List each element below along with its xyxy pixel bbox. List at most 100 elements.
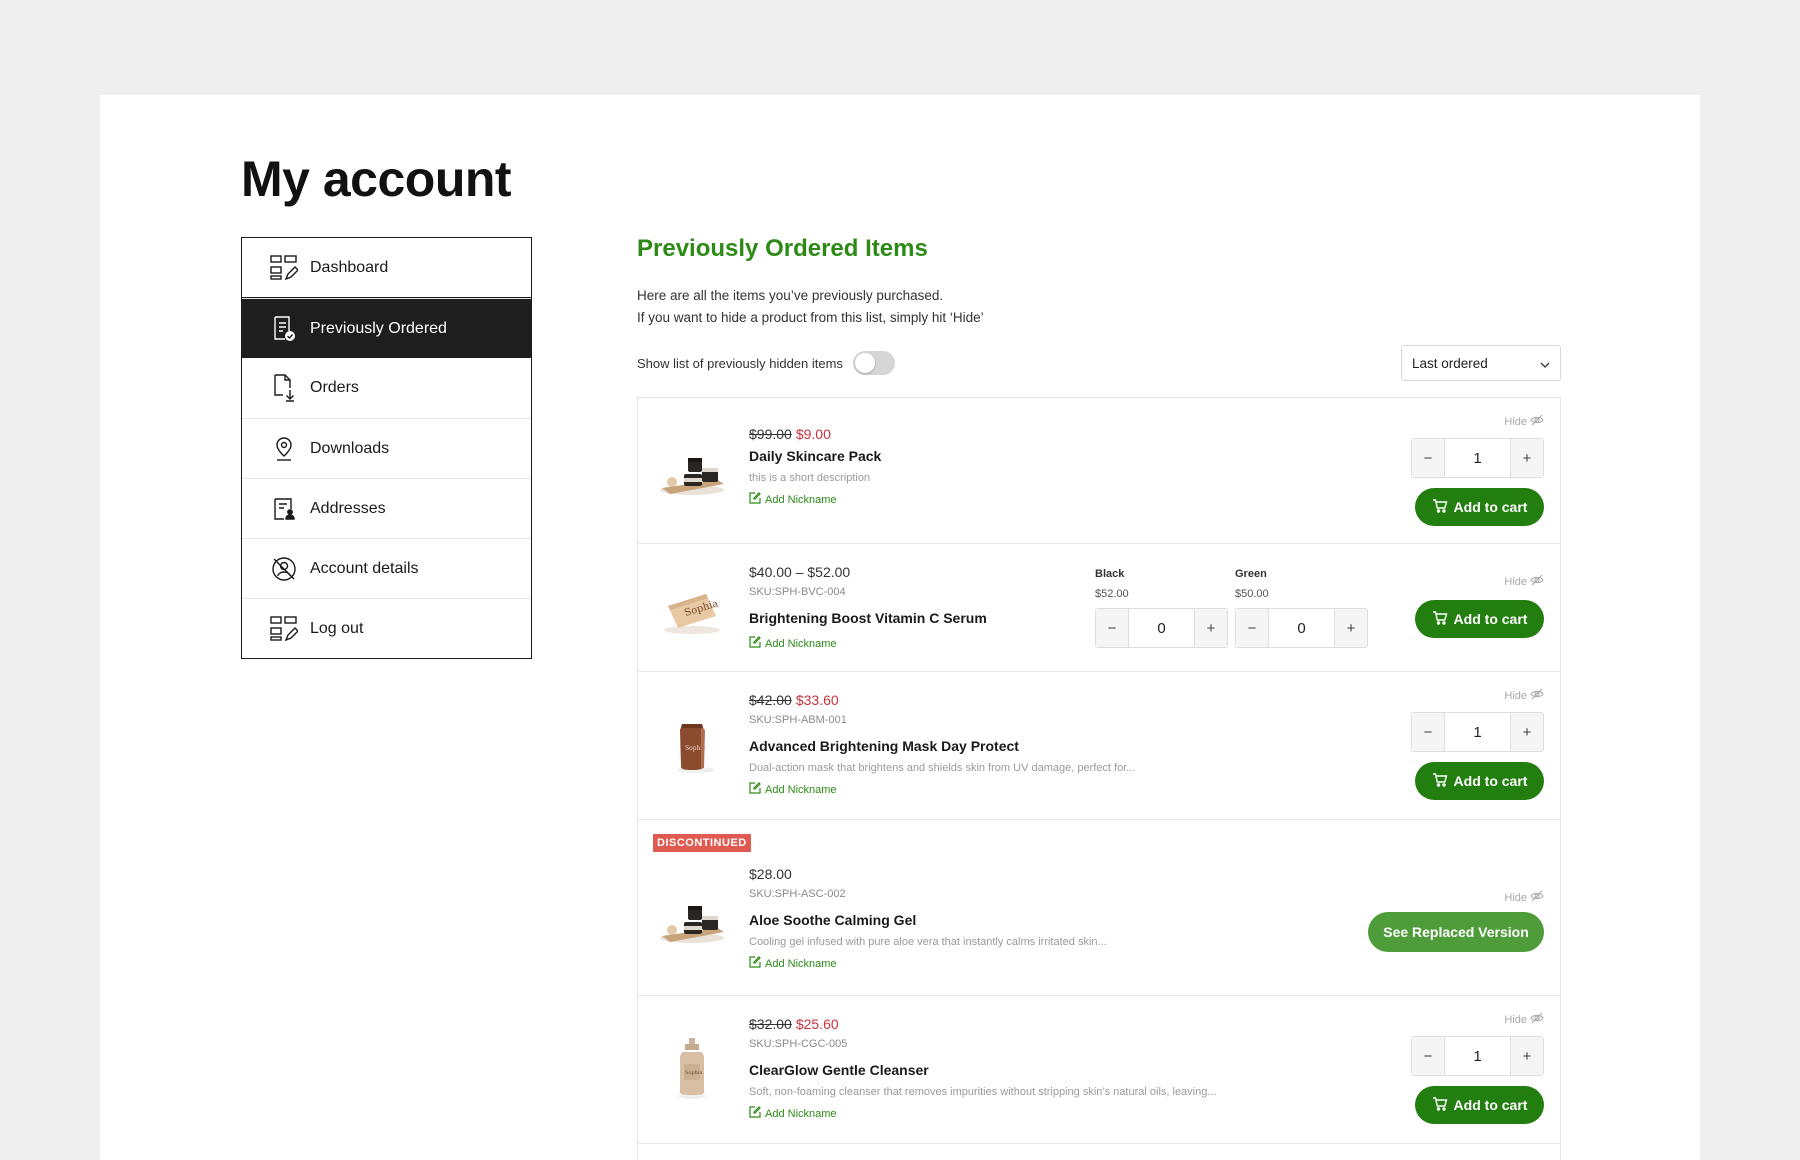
product-name: Brightening Boost Vitamin C Serum <box>749 610 987 626</box>
eye-off-icon <box>1530 688 1544 703</box>
quantity-stepper: − 1 + <box>1411 712 1544 752</box>
increment-button[interactable]: + <box>1511 1037 1543 1075</box>
intro-line-2: If you want to hide a product from this … <box>637 310 984 325</box>
variant-green: Green $50.00 − 0 + <box>1235 568 1368 648</box>
decrement-button[interactable]: − <box>1236 609 1268 647</box>
add-nickname-link[interactable]: Add Nickname <box>749 492 881 507</box>
variant-black: Black $52.00 − 0 + <box>1095 568 1228 648</box>
page-title: My account <box>241 151 512 207</box>
hide-button[interactable]: Hide <box>1504 688 1544 703</box>
product-description: Cooling gel infused with pure aloe vera … <box>749 936 1107 948</box>
edit-icon <box>749 636 761 651</box>
hide-button[interactable]: Hide <box>1504 414 1544 429</box>
product-price: $32.00 $25.60 <box>749 1016 1217 1032</box>
product-price: $99.00 $9.00 <box>749 426 881 442</box>
add-to-cart-button[interactable]: Add to cart <box>1415 600 1544 638</box>
sidebar-item-previously-ordered[interactable]: Previously Ordered <box>242 298 531 358</box>
quantity-value[interactable]: 0 <box>1268 609 1335 647</box>
product-description: Dual-action mask that brightens and shie… <box>749 762 1136 774</box>
location-pin-icon <box>270 435 298 463</box>
quantity-stepper: − 1 + <box>1411 438 1544 478</box>
product-price: $28.00 <box>749 866 792 882</box>
increment-button[interactable]: + <box>1195 609 1227 647</box>
product-info: $32.00 $25.60 SKU:SPH-CGC-005 ClearGlow G… <box>749 1016 1217 1121</box>
product-row <box>638 1144 1560 1160</box>
variant-name: Black <box>1095 568 1125 580</box>
sidebar-item-label: Dashboard <box>310 258 389 276</box>
variant-price: $52.00 <box>1095 588 1129 600</box>
sidebar-item-label: Orders <box>310 379 359 396</box>
product-name: Aloe Soothe Calming Gel <box>749 912 917 928</box>
see-replaced-version-button[interactable]: See Replaced Version <box>1368 912 1544 952</box>
receipt-check-icon <box>270 315 298 343</box>
quantity-stepper: − 0 + <box>1095 608 1228 648</box>
sidebar-item-label: Log out <box>310 619 364 637</box>
product-image: Sophia <box>654 570 730 646</box>
sidebar-item-addresses[interactable]: Addresses <box>242 478 531 538</box>
sidebar-item-account-details[interactable]: Account details <box>242 538 531 598</box>
discontinued-badge: DISCONTINUED <box>653 834 751 852</box>
file-download-icon <box>270 374 298 402</box>
add-to-cart-button[interactable]: Add to cart <box>1415 762 1544 800</box>
user-off-icon <box>270 555 298 583</box>
add-nickname-link[interactable]: Add Nickname <box>749 956 1107 971</box>
variant-price: $50.00 <box>1235 588 1269 600</box>
product-description: Soft, non-foaming cleanser that removes … <box>749 1086 1217 1098</box>
quantity-value[interactable]: 0 <box>1128 609 1195 647</box>
product-row: Sophia $42.00 $33.60 SKU:SPH-ABM-001 Adva… <box>638 672 1560 820</box>
toggle-label: Show list of previously hidden items <box>637 355 843 371</box>
product-row: $99.00 $9.00 Daily Skincare Pack this is … <box>638 398 1560 544</box>
address-card-icon <box>270 495 298 523</box>
sidebar-item-downloads[interactable]: Downloads <box>242 418 531 478</box>
add-nickname-link[interactable]: Add Nickname <box>749 1106 1217 1121</box>
dashboard-icon <box>270 254 298 282</box>
cart-icon <box>1432 772 1448 790</box>
decrement-button[interactable]: − <box>1412 1037 1444 1075</box>
hide-button[interactable]: Hide <box>1504 890 1544 905</box>
sort-selected-value: Last ordered <box>1412 355 1488 371</box>
hide-button[interactable]: Hide <box>1504 1012 1544 1027</box>
increment-button[interactable]: + <box>1511 713 1543 751</box>
add-nickname-link[interactable]: Add Nickname <box>749 782 1135 797</box>
product-sku: SKU:SPH-CGC-005 <box>749 1038 848 1050</box>
product-row: Sophia $32.00 $25.60 SKU:SPH-CGC-005 Clea… <box>638 996 1560 1144</box>
decrement-button[interactable]: − <box>1096 609 1128 647</box>
cart-icon <box>1432 498 1448 516</box>
edit-icon <box>749 492 761 507</box>
product-image <box>654 432 730 508</box>
hidden-items-toggle[interactable] <box>852 351 895 375</box>
eye-off-icon <box>1530 574 1544 589</box>
decrement-button[interactable]: − <box>1412 713 1444 751</box>
product-info: $99.00 $9.00 Daily Skincare Pack this is … <box>749 426 881 507</box>
increment-button[interactable]: + <box>1511 439 1543 477</box>
product-name: ClearGlow Gentle Cleanser <box>749 1062 929 1078</box>
product-price: $42.00 $33.60 <box>749 692 1135 708</box>
quantity-value[interactable]: 1 <box>1444 1037 1511 1075</box>
add-to-cart-button[interactable]: Add to cart <box>1415 1086 1544 1124</box>
decrement-button[interactable]: − <box>1412 439 1444 477</box>
product-sku: SKU:SPH-BVC-004 <box>749 586 846 598</box>
sidebar-item-orders[interactable]: Orders <box>242 358 531 418</box>
hide-button[interactable]: Hide <box>1504 574 1544 589</box>
old-price: $32.00 <box>749 1016 792 1032</box>
quantity-value[interactable]: 1 <box>1444 713 1511 751</box>
add-nickname-link[interactable]: Add Nickname <box>749 636 987 651</box>
sort-select[interactable]: Last ordered <box>1401 345 1561 381</box>
hidden-items-toggle-group: Show list of previously hidden items <box>637 351 895 375</box>
variant-name: Green <box>1235 568 1267 580</box>
sidebar-item-log-out[interactable]: Log out <box>242 598 531 658</box>
increment-button[interactable]: + <box>1335 609 1367 647</box>
product-row: DISCONTINUED $28.00 SKU:SPH-ASC-002 Aloe… <box>638 820 1560 996</box>
eye-off-icon <box>1530 1012 1544 1027</box>
product-row: Sophia $40.00 – $52.00 SKU:SPH-BVC-004 B… <box>638 544 1560 672</box>
edit-icon <box>749 956 761 971</box>
quantity-value[interactable]: 1 <box>1444 439 1511 477</box>
edit-icon <box>749 1106 761 1121</box>
product-sku: SKU:SPH-ABM-001 <box>749 714 847 726</box>
sidebar-item-label: Addresses <box>310 499 386 517</box>
intro-line-1: Here are all the items you’ve previously… <box>637 288 944 303</box>
product-image: Sophia <box>654 708 730 784</box>
add-to-cart-button[interactable]: Add to cart <box>1415 488 1544 526</box>
sidebar-item-dashboard[interactable]: Dashboard <box>242 238 531 298</box>
sidebar-item-label: Downloads <box>310 439 390 457</box>
